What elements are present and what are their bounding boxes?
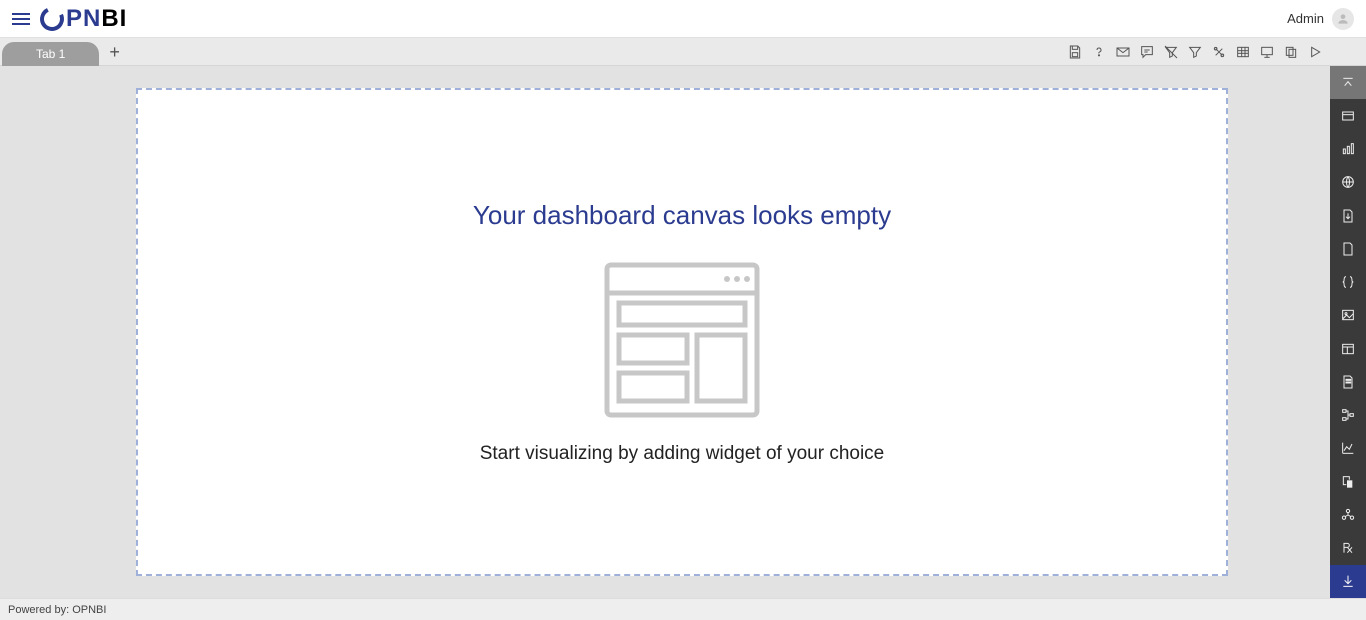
- note-icon[interactable]: [1330, 365, 1366, 398]
- play-icon[interactable]: [1304, 41, 1326, 63]
- header-left: PN BI: [12, 5, 127, 33]
- dashboard-canvas[interactable]: Your dashboard canvas looks empty Start …: [136, 88, 1228, 576]
- duplicate-icon[interactable]: [1330, 465, 1366, 498]
- tab-strip: Tab 1 +: [0, 38, 1366, 66]
- image-icon[interactable]: [1330, 299, 1366, 332]
- workspace: Your dashboard canvas looks empty Start …: [0, 66, 1330, 598]
- card-icon[interactable]: [1330, 99, 1366, 132]
- header-right: Admin: [1287, 8, 1354, 30]
- rx-icon[interactable]: [1330, 532, 1366, 565]
- presentation-icon[interactable]: [1256, 41, 1278, 63]
- cluster-icon[interactable]: [1330, 498, 1366, 531]
- download-icon[interactable]: [1330, 565, 1366, 598]
- chart-icon[interactable]: [1330, 133, 1366, 166]
- copy-icon[interactable]: [1280, 41, 1302, 63]
- container-icon[interactable]: [1330, 332, 1366, 365]
- footer-text: Powered by: OPNBI: [8, 604, 106, 616]
- settings-icon[interactable]: [1208, 41, 1230, 63]
- table-icon[interactable]: [1232, 41, 1254, 63]
- menu-toggle-button[interactable]: [12, 13, 30, 25]
- editor-toolbar: [1064, 41, 1366, 63]
- filter-icon[interactable]: [1184, 41, 1206, 63]
- logo-spinner-icon: [37, 3, 68, 34]
- clear-filter-icon[interactable]: [1160, 41, 1182, 63]
- geo-icon[interactable]: [1330, 166, 1366, 199]
- help-icon[interactable]: [1088, 41, 1110, 63]
- tab-active[interactable]: Tab 1: [2, 42, 99, 66]
- line-chart-icon[interactable]: [1330, 432, 1366, 465]
- logo-text-bi: BI: [101, 5, 127, 33]
- app-header: PN BI Admin: [0, 0, 1366, 38]
- add-tab-button[interactable]: +: [109, 43, 120, 61]
- logo-text-pn: PN: [66, 5, 101, 33]
- canvas-empty-subtitle: Start visualizing by adding widget of yo…: [480, 443, 885, 465]
- tree-icon[interactable]: [1330, 399, 1366, 432]
- canvas-empty-title: Your dashboard canvas looks empty: [473, 200, 891, 231]
- user-label: Admin: [1287, 11, 1324, 26]
- doc-icon[interactable]: [1330, 232, 1366, 265]
- comment-icon[interactable]: [1136, 41, 1158, 63]
- save-icon[interactable]: [1064, 41, 1086, 63]
- user-avatar[interactable]: [1332, 8, 1354, 30]
- empty-canvas-illustration: [597, 255, 767, 425]
- app-logo[interactable]: PN BI: [40, 5, 127, 33]
- json-icon[interactable]: [1330, 266, 1366, 299]
- file-download-icon[interactable]: [1330, 199, 1366, 232]
- widget-rail: [1330, 66, 1366, 598]
- user-icon: [1336, 12, 1350, 26]
- mail-icon[interactable]: [1112, 41, 1134, 63]
- footer: Powered by: OPNBI: [0, 598, 1366, 620]
- collapse-up-icon[interactable]: [1330, 66, 1366, 99]
